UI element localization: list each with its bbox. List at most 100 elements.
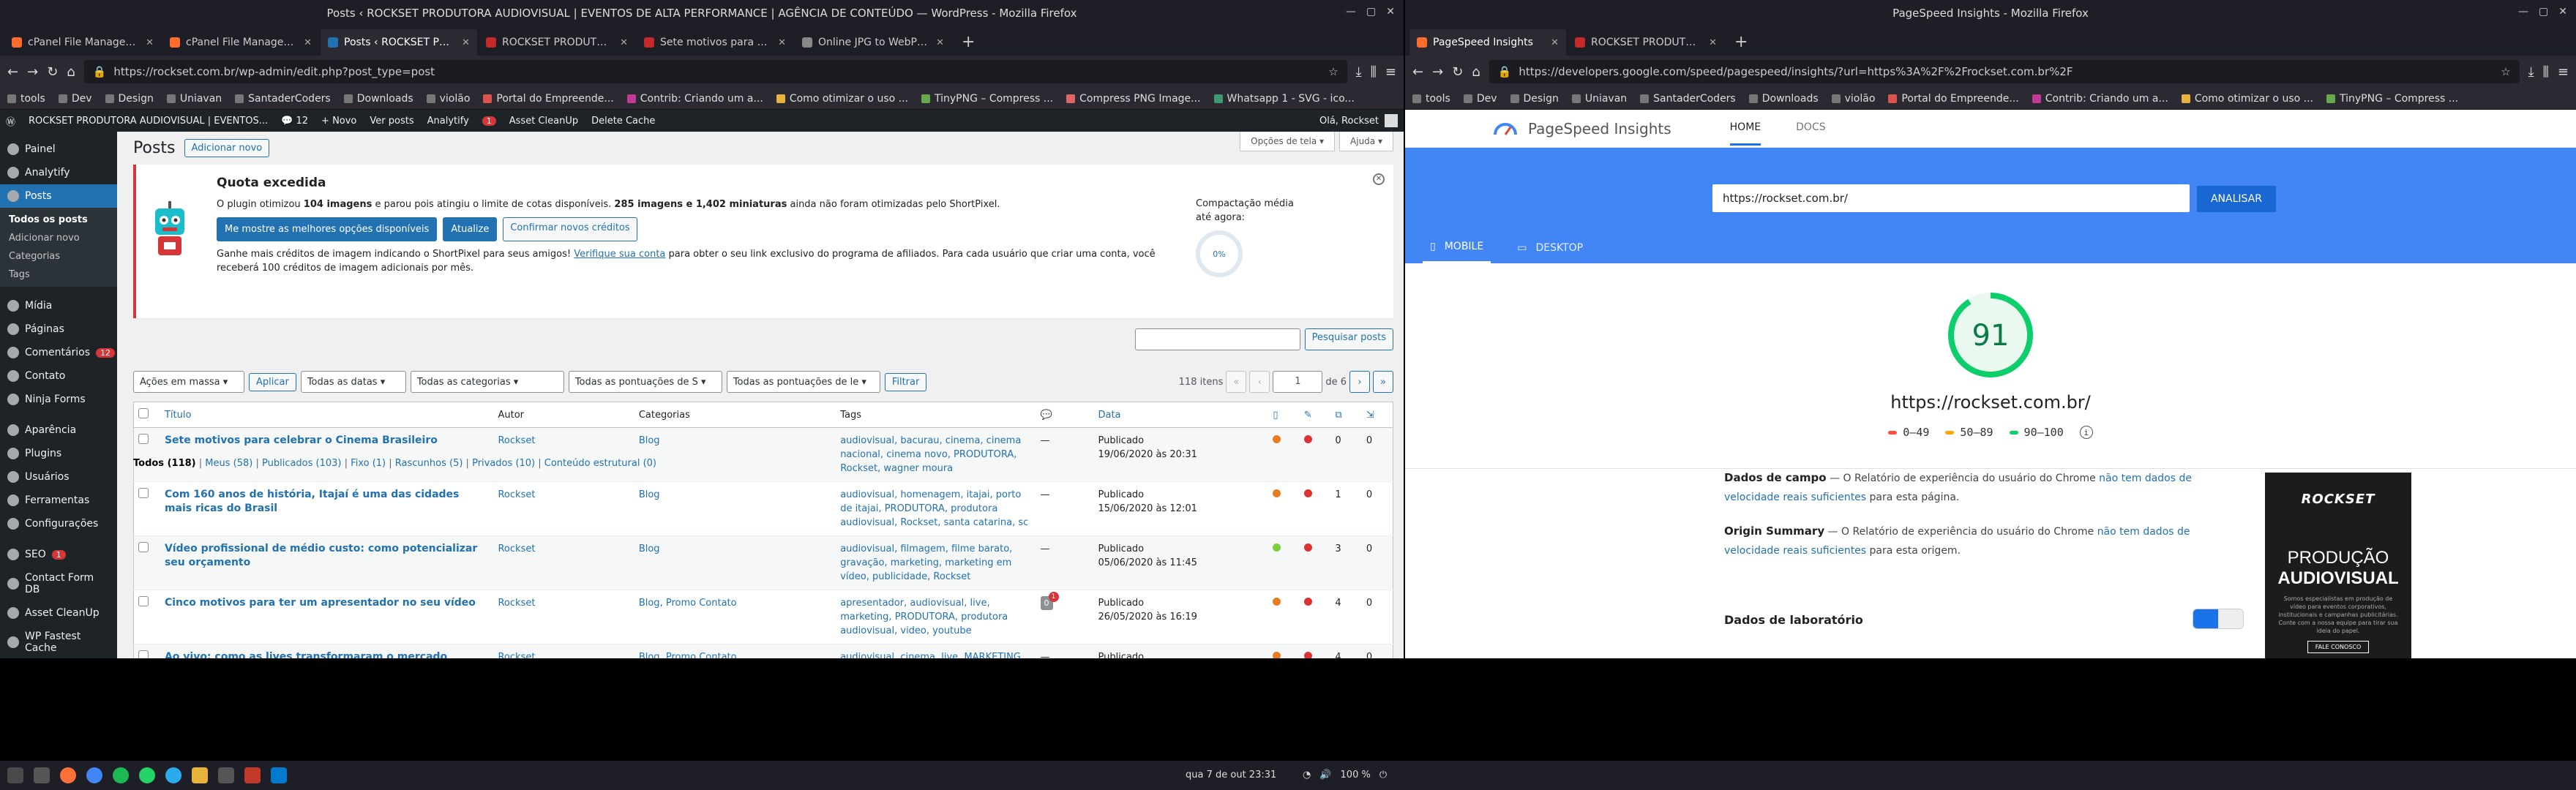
bookmark-item[interactable]: Whatsapp 1 - SVG - ico... <box>1213 93 1355 105</box>
bookmark-item[interactable]: tools <box>7 93 45 105</box>
bookmark-item[interactable]: Contrib: Criando um a... <box>626 93 763 105</box>
home-icon[interactable]: ⌂ <box>67 64 75 80</box>
maximize-icon[interactable]: ▢ <box>2539 6 2548 18</box>
back-icon[interactable]: ← <box>1412 64 1423 80</box>
col-title[interactable]: Título <box>160 402 494 428</box>
power-icon[interactable]: ⏻ <box>1379 770 1387 780</box>
post-tags[interactable]: audiovisual, bacurau, cinema, cinema nac… <box>840 435 1021 474</box>
post-tags[interactable]: audiovisual, cinema, live, MARKETING DIG… <box>840 652 1021 658</box>
row-checkbox[interactable] <box>138 488 149 498</box>
view-mine[interactable]: Meus (58) <box>205 458 252 469</box>
post-categories[interactable]: Blog <box>639 435 660 446</box>
app-launcher-icon[interactable] <box>7 767 23 783</box>
menu-item-contact-form-db[interactable]: Contact Form DB <box>0 566 117 601</box>
bookmark-item[interactable]: Contrib: Criando um a... <box>2032 93 2168 105</box>
library-icon[interactable]: ⫼ <box>1371 64 1377 80</box>
view-drafts[interactable]: Rascunhos (5) <box>395 458 463 469</box>
wifi-icon[interactable]: ◔ <box>1303 770 1311 780</box>
post-tags[interactable]: audiovisual, homenagem, itajai, porto de… <box>840 489 1028 528</box>
readability-score-select[interactable]: Todas as pontuações de le ▾ <box>726 371 880 393</box>
browser-tab[interactable]: cPanel File Manager v3 ✕ <box>162 29 319 56</box>
menu-item-usu-rios[interactable]: Usuários <box>0 465 117 489</box>
row-checkbox[interactable] <box>138 542 149 552</box>
menu-item-p-ginas[interactable]: Páginas <box>0 317 117 341</box>
comment-column-icon[interactable]: 💬 <box>1036 402 1094 428</box>
minimize-icon[interactable]: — <box>2518 6 2528 18</box>
menu-item-m-dia[interactable]: Mídia <box>0 294 117 317</box>
verify-account-link[interactable]: Verifique sua conta <box>574 249 665 260</box>
col-date[interactable]: Data <box>1093 402 1269 428</box>
bulk-actions-select[interactable]: Ações em massa ▾ <box>133 371 244 393</box>
bookmark-item[interactable]: violão <box>1831 93 1875 105</box>
browser-tab[interactable]: Online JPG to WebP co ✕ <box>795 29 951 56</box>
post-title-link[interactable]: Sete motivos para celebrar o Cinema Bras… <box>165 434 438 446</box>
browser-tab[interactable]: ROCKSET PRODUTORA A ✕ <box>1568 29 1724 56</box>
row-checkbox[interactable] <box>138 650 149 658</box>
nav-docs[interactable]: DOCS <box>1796 111 1825 146</box>
downloads-icon[interactable]: ⤓ <box>2528 64 2534 80</box>
close-tab-icon[interactable]: ✕ <box>462 37 470 48</box>
downloads-icon[interactable]: ⤓ <box>1356 64 1362 80</box>
submenu-item[interactable]: Categorias <box>0 247 117 266</box>
bookmark-item[interactable]: SantaderCoders <box>1640 93 1736 105</box>
menu-icon[interactable]: ≡ <box>1385 64 1396 80</box>
row-checkbox[interactable] <box>138 596 149 606</box>
close-icon[interactable]: ✕ <box>2558 6 2567 18</box>
chrome-icon[interactable] <box>86 767 102 783</box>
close-tab-icon[interactable]: ✕ <box>1551 37 1559 48</box>
analyze-button[interactable]: ANALISAR <box>2197 186 2276 212</box>
volume-icon[interactable]: 🔊 <box>1319 770 1331 780</box>
menu-item-coment-rios[interactable]: Comentários 12 <box>0 341 117 364</box>
post-author-link[interactable]: Rockset <box>498 652 535 658</box>
bookmark-item[interactable]: Uniavan <box>166 93 222 105</box>
next-page-button[interactable]: › <box>1349 371 1370 393</box>
menu-item-plugins[interactable]: Plugins <box>0 442 117 465</box>
bookmark-item[interactable]: Downloads <box>343 93 413 105</box>
readability-column-icon[interactable]: ✎ <box>1299 402 1331 428</box>
submenu-item[interactable]: Tags <box>0 266 117 284</box>
bookmark-item[interactable]: Design <box>105 93 154 105</box>
close-tab-icon[interactable]: ✕ <box>778 37 786 48</box>
close-tab-icon[interactable]: ✕ <box>304 37 312 48</box>
post-author-link[interactable]: Rockset <box>498 435 535 446</box>
back-icon[interactable]: ← <box>7 64 18 80</box>
wordpress-logo-icon[interactable]: Ⓦ <box>6 114 15 128</box>
reload-icon[interactable]: ↻ <box>1452 64 1463 80</box>
bookmark-item[interactable]: Dev <box>58 93 92 105</box>
view-toggle[interactable] <box>2193 609 2244 629</box>
bookmark-item[interactable]: TinyPNG – Compress ... <box>921 93 1053 105</box>
adminbar-greeting[interactable]: Olá, Rockset <box>1319 116 1379 127</box>
post-title-link[interactable]: Vídeo profissional de médio custo: como … <box>165 543 477 568</box>
bookmark-star-icon[interactable]: ☆ <box>1328 65 1338 78</box>
post-categories[interactable]: Blog <box>639 489 660 500</box>
ad-cta-button[interactable]: FALE CONOSCO <box>2307 641 2370 653</box>
post-title-link[interactable]: Ao vivo: como as lives transformaram o m… <box>165 651 447 658</box>
view-sticky[interactable]: Fixo (1) <box>351 458 386 469</box>
bookmark-item[interactable]: Como otimizar o uso ... <box>776 93 908 105</box>
post-author-link[interactable]: Rockset <box>498 543 535 554</box>
detail-view-icon[interactable] <box>2218 609 2243 628</box>
reload-icon[interactable]: ↻ <box>47 64 58 80</box>
bookmark-item[interactable]: Design <box>1510 93 1559 105</box>
menu-item-posts[interactable]: Posts <box>0 184 117 208</box>
info-icon[interactable]: i <box>2079 426 2093 439</box>
view-all[interactable]: Todos (118) <box>133 458 196 469</box>
filter-button[interactable]: Filtrar <box>884 372 927 391</box>
menu-item-configura-es[interactable]: Configurações <box>0 512 117 535</box>
vscode-icon[interactable] <box>271 767 287 783</box>
avatar[interactable] <box>1385 114 1398 127</box>
menu-item-ninja-forms[interactable]: Ninja Forms <box>0 388 117 411</box>
files-icon[interactable] <box>34 767 50 783</box>
psi-logo[interactable]: PageSpeed Insights <box>1493 120 1671 138</box>
filezilla-icon[interactable] <box>244 767 261 783</box>
library-icon[interactable]: ⫼ <box>2543 64 2549 80</box>
update-button[interactable]: Atualize <box>443 217 498 241</box>
url-input[interactable]: https://rockset.com.br/ <box>1712 184 2190 212</box>
bookmark-item[interactable]: Como otimizar o uso ... <box>2181 93 2313 105</box>
nav-home[interactable]: HOME <box>1729 111 1761 146</box>
last-page-button[interactable]: » <box>1373 371 1393 393</box>
post-categories[interactable]: Blog <box>639 543 660 554</box>
menu-item-analytify[interactable]: Analytify <box>0 161 117 184</box>
list-view-icon[interactable] <box>2193 609 2218 628</box>
bookmark-item[interactable]: SantaderCoders <box>235 93 331 105</box>
